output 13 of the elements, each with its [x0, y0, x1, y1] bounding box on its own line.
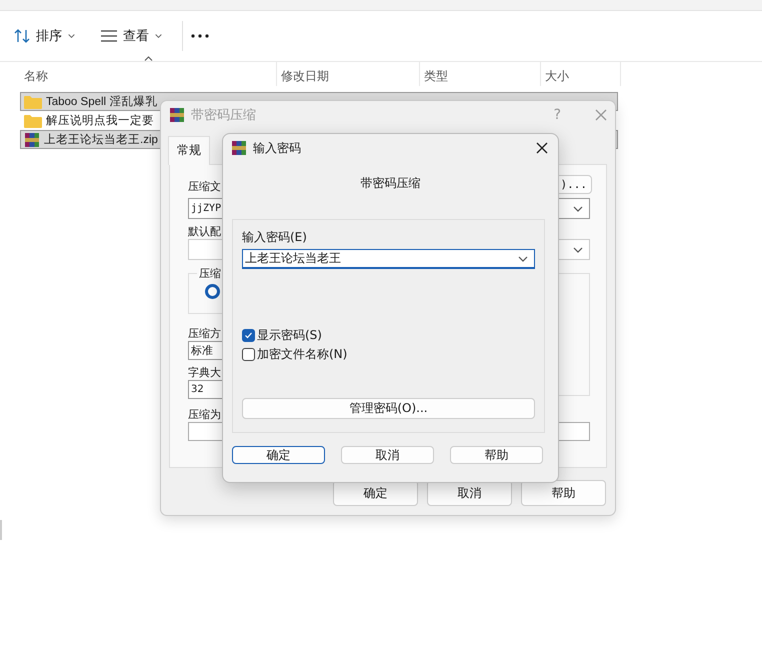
field-label: 压缩为 — [188, 407, 221, 422]
field-label: 默认配 — [188, 224, 221, 239]
file-name: 解压说明点我一定要 — [46, 114, 154, 128]
file-name: Taboo Spell 淫乱爆乳 — [46, 94, 158, 109]
field-label: 压缩方 — [188, 326, 221, 341]
window-title: 输入密码 — [253, 140, 302, 156]
field-label: 输入密码(E) — [242, 229, 308, 246]
dialog-heading: 带密码压缩 — [360, 175, 422, 191]
field-label: 压缩文 — [188, 179, 221, 194]
field-label: 字典大 — [188, 365, 221, 380]
file-name: 上老王论坛当老王.zip — [44, 132, 158, 147]
group-label: 压缩 — [197, 266, 223, 281]
window-title: 带密码压缩 — [191, 107, 257, 124]
